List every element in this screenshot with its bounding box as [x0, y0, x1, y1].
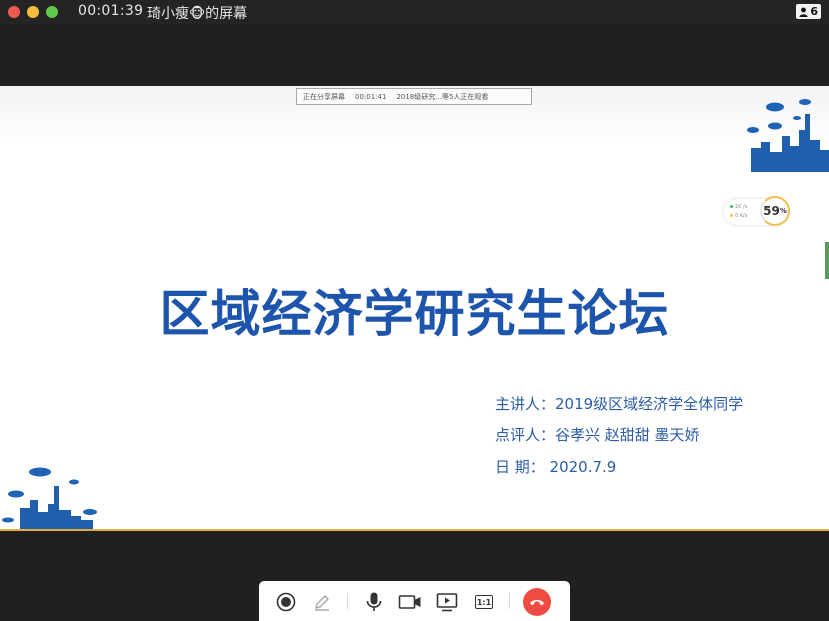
presenter-line: 主讲人：2019级区域经济学全体同学 [495, 395, 744, 413]
date-line: 日 期： 2020.7.9 [495, 458, 617, 476]
upload-dot-icon [730, 205, 733, 208]
reviewers-line: 点评人：谷孝兴 赵甜甜 墨天娇 [495, 426, 700, 444]
screen-share-icon [436, 593, 458, 612]
meeting-toolbar: 1:1 [259, 581, 570, 621]
annotate-button[interactable] [310, 590, 334, 614]
pen-icon [315, 595, 329, 611]
city-skyline-bottom-icon [2, 467, 97, 530]
microphone-icon [366, 592, 382, 611]
minimize-window-button[interactable] [27, 6, 39, 18]
shared-screen-title: 琦小瘦🐵的屏幕 [147, 6, 248, 22]
record-button[interactable] [274, 590, 298, 614]
sharing-viewers-text: 2018级研究...等5人正在观看 [396, 92, 489, 101]
shared-slide: 正在分享屏幕 00:01:41 2018级研究...等5人正在观看 1K /s [0, 86, 829, 531]
network-stats-widget: 1K /s 0 K/s 59% [724, 196, 790, 226]
camera-button[interactable] [398, 590, 422, 614]
cpu-usage-value: 59 [763, 204, 780, 218]
toolbar-divider [509, 593, 510, 609]
cpu-usage-ring: 59% [760, 196, 790, 226]
participants-button[interactable]: 6 [796, 4, 821, 19]
actual-size-button[interactable]: 1:1 [472, 590, 496, 614]
microphone-button[interactable] [362, 590, 386, 614]
participant-count: 6 [810, 5, 818, 18]
camera-icon [398, 595, 421, 609]
toolbar-divider [347, 593, 348, 609]
sharing-timer: 00:01:41 [355, 92, 387, 101]
upload-speed: 1K /s [735, 204, 748, 210]
actual-size-icon: 1:1 [475, 595, 493, 609]
slide-bottom-rule [0, 529, 829, 531]
screen-sharing-status-bar: 正在分享屏幕 00:01:41 2018级研究...等5人正在观看 [296, 88, 532, 105]
screen-share-button[interactable] [435, 590, 459, 614]
download-speed: 0 K/s [735, 213, 748, 219]
slide-title: 区域经济学研究生论坛 [159, 285, 670, 343]
sharing-status-text: 正在分享屏幕 [303, 92, 345, 101]
hangup-icon [530, 600, 544, 606]
city-skyline-icon [747, 99, 829, 172]
cpu-usage-unit: % [779, 207, 787, 215]
record-icon [276, 592, 296, 612]
leave-meeting-button[interactable] [522, 587, 552, 617]
meeting-timer: 00:01:39 [78, 3, 144, 19]
download-dot-icon [730, 214, 733, 217]
maximize-window-button[interactable] [46, 6, 58, 18]
close-window-button[interactable] [8, 6, 20, 18]
window-title-bar: 00:01:39 琦小瘦🐵的屏幕 6 [0, 0, 829, 24]
person-icon [799, 7, 808, 17]
